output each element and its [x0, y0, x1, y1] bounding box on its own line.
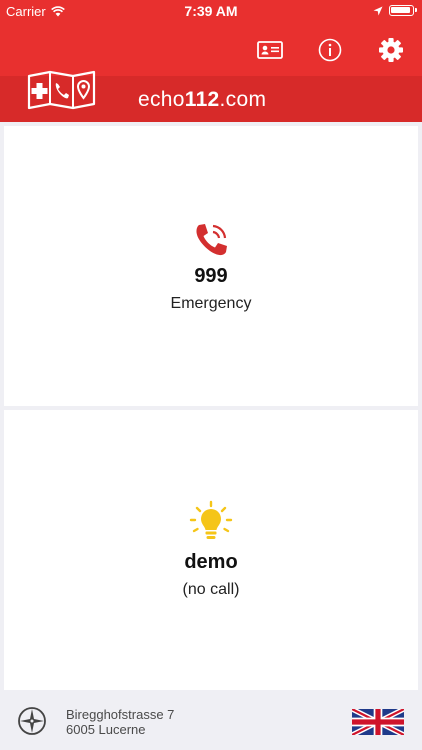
demo-label: (no call) — [182, 581, 240, 598]
location-bar: Biregghofstrasse 7 6005 Lucerne — [0, 692, 422, 750]
map-logo-icon — [27, 70, 96, 110]
address: Biregghofstrasse 7 6005 Lucerne — [66, 707, 174, 737]
status-bar: Carrier 7:39 AM — [0, 0, 422, 22]
info-icon — [318, 38, 342, 62]
lightbulb-icon — [189, 500, 233, 539]
location-arrow-icon — [373, 6, 383, 15]
gear-icon — [379, 38, 403, 62]
demo-button[interactable]: demo (no call) — [4, 410, 418, 690]
brand-title: echo112.com — [138, 88, 266, 112]
uk-flag-icon — [350, 706, 406, 738]
compass-icon — [18, 707, 46, 735]
battery-icon — [389, 5, 417, 16]
clock: 7:39 AM — [184, 3, 238, 19]
address-city: 6005 Lucerne — [66, 722, 146, 737]
demo-title: demo — [184, 551, 238, 573]
compass-button[interactable] — [17, 706, 47, 741]
address-street: Biregghofstrasse 7 — [66, 707, 175, 722]
language-button[interactable] — [350, 706, 406, 740]
emergency-call-button[interactable]: 999 Emergency — [4, 126, 418, 406]
settings-button[interactable] — [374, 33, 408, 67]
emergency-number: 999 — [194, 265, 228, 287]
info-button[interactable] — [313, 33, 347, 67]
brand-number: 112 — [184, 88, 220, 111]
id-card-button[interactable] — [253, 33, 287, 67]
emergency-label: Emergency — [170, 295, 252, 312]
id-card-icon — [257, 41, 283, 59]
brand-suffix: .com — [219, 88, 267, 111]
app-logo — [27, 70, 97, 115]
phone-icon — [196, 224, 227, 256]
brand-prefix: echo — [138, 88, 185, 111]
